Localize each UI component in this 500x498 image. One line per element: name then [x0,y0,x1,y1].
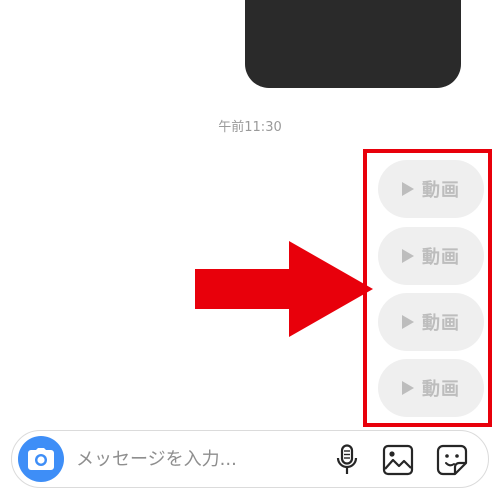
sticker-icon [436,444,468,476]
message-input[interactable] [76,443,316,475]
message-timestamp: 午前11:30 [218,120,282,135]
message-composer [11,430,489,488]
camera-button[interactable] [18,436,64,482]
highlight-box [363,149,492,427]
gallery-button[interactable] [381,443,415,477]
microphone-button[interactable] [330,443,364,477]
camera-icon [28,448,54,470]
sent-media-message[interactable] [245,0,461,88]
image-icon [382,444,414,476]
right-arrow-icon [195,241,373,337]
sticker-button[interactable] [435,443,469,477]
microphone-icon [336,444,358,474]
